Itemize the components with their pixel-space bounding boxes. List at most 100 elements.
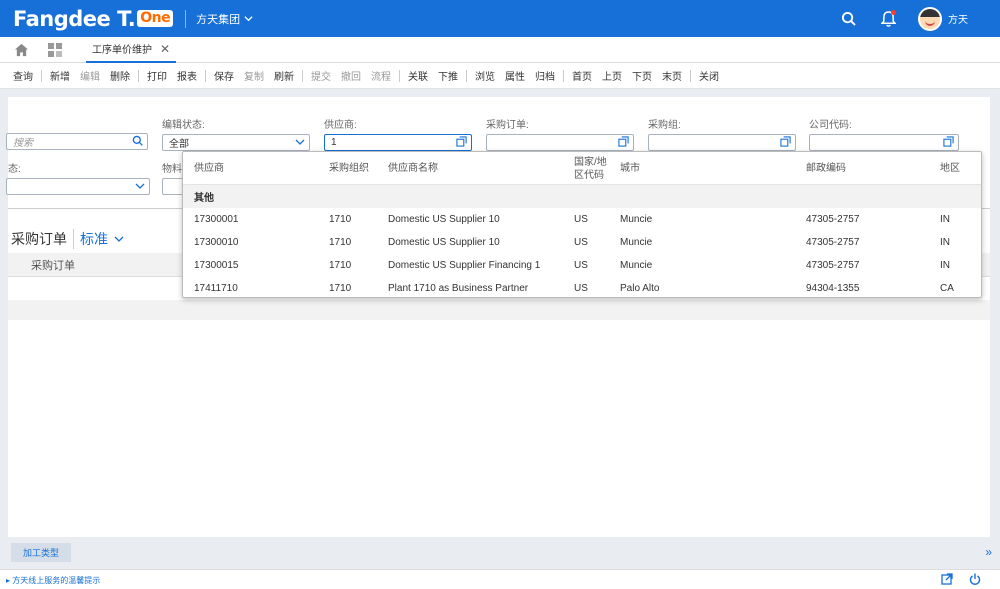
po-input[interactable] [486, 134, 634, 151]
section-title-text: 采购订单 [11, 231, 67, 247]
list-item[interactable]: 17300010 1710 Domestic US Supplier 10 US… [183, 231, 981, 254]
company-code-label: 公司代码: [809, 120, 852, 131]
purch-group-input[interactable] [648, 134, 796, 151]
browse-button[interactable]: 浏览 [470, 68, 500, 83]
cell-region: IN [940, 237, 950, 248]
toolbar-divider [138, 69, 139, 82]
tab-label: 工序单价维护 [92, 45, 152, 56]
list-item[interactable]: 17300001 1710 Domestic US Supplier 10 US… [183, 208, 981, 231]
new-button[interactable]: 新增 [45, 68, 75, 83]
first-page-button[interactable]: 首页 [567, 68, 597, 83]
bell-icon[interactable] [878, 9, 898, 29]
cell-region: IN [940, 260, 950, 271]
double-chevron-right-icon[interactable]: » [985, 545, 992, 559]
processing-type-tab[interactable]: 加工类型 [11, 543, 72, 562]
cell-org: 1710 [329, 283, 352, 294]
cell-city: Muncie [620, 237, 653, 248]
cell-region: CA [940, 283, 954, 294]
edit-status-label: 编辑状态: [162, 120, 205, 131]
toolbar: 查询 新增 编辑 删除 打印 报表 保存 复制 刷新 提交 撤回 流程 关联 下… [0, 63, 1000, 89]
app-logo[interactable]: Fangdee T. One [13, 6, 174, 31]
status-message[interactable]: ▸ 方天线上服务的温馨提示 [6, 575, 100, 586]
user-name[interactable]: 方天 [948, 11, 968, 26]
popup-col-purch-org: 采购组织 [329, 163, 369, 174]
edit-status-value: 全部 [169, 139, 189, 150]
value-help-icon[interactable] [780, 136, 791, 150]
save-button[interactable]: 保存 [209, 68, 239, 83]
chevron-down-icon [244, 16, 253, 22]
cell-postal: 94304-1355 [806, 283, 860, 294]
org-switcher[interactable]: 方天集团 [196, 11, 253, 27]
logo-badge: One [137, 10, 174, 27]
prev-page-button[interactable]: 上页 [597, 68, 627, 83]
apps-grid-icon[interactable] [46, 41, 64, 59]
power-icon[interactable] [969, 573, 981, 588]
po-label: 采购订单: [486, 120, 529, 131]
popup-col-country-2: 区代码 [574, 170, 604, 181]
home-icon[interactable] [12, 41, 30, 59]
external-link-icon[interactable] [941, 573, 953, 588]
org-name: 方天集团 [196, 13, 241, 26]
section-title: 采购订单 标准 [11, 229, 124, 249]
cell-supplier: 17300010 [194, 237, 239, 248]
supplier-input[interactable]: 1 [324, 134, 472, 151]
toolbar-divider [466, 69, 467, 82]
table-footer-strip [8, 300, 990, 320]
logo-text: Fangdee T. [13, 6, 136, 31]
search-icon[interactable] [838, 9, 858, 29]
cell-name: Domestic US Supplier 10 [388, 237, 500, 248]
supplier-label: 供应商: [324, 120, 357, 131]
last-page-button[interactable]: 末页 [657, 68, 687, 83]
edit-status-select[interactable]: 全部 [162, 134, 310, 151]
archive-button[interactable]: 归档 [530, 68, 560, 83]
cell-org: 1710 [329, 237, 352, 248]
print-button[interactable]: 打印 [142, 68, 172, 83]
cell-postal: 47305-2757 [806, 214, 860, 225]
edit-button[interactable]: 编辑 [75, 68, 105, 83]
refresh-button[interactable]: 刷新 [269, 68, 299, 83]
workflow-button[interactable]: 流程 [366, 68, 396, 83]
popup-col-city: 城市 [620, 163, 640, 174]
avatar[interactable] [918, 6, 942, 31]
cell-city: Muncie [620, 214, 653, 225]
supplier-suggestion-popup: 供应商 采购组织 供应商名称 国家/地 区代码 城市 邮政编码 地区 其他 17… [182, 151, 982, 298]
delete-button[interactable]: 删除 [105, 68, 135, 83]
tab-process-price[interactable]: 工序单价维护 ✕ [86, 37, 177, 63]
chevron-down-icon [295, 137, 305, 150]
purch-group-label: 采购组: [648, 120, 681, 131]
cell-supplier: 17411710 [194, 283, 238, 294]
close-button[interactable]: 关闭 [694, 68, 724, 83]
value-help-icon[interactable] [618, 136, 629, 150]
tab-bar: 工序单价维护 ✕ [0, 37, 1000, 63]
value-help-icon[interactable] [456, 136, 467, 150]
search-icon[interactable] [132, 135, 143, 149]
next-page-button[interactable]: 下页 [627, 68, 657, 83]
close-icon[interactable]: ✕ [160, 42, 170, 56]
copy-button[interactable]: 复制 [239, 68, 269, 83]
report-button[interactable]: 报表 [172, 68, 202, 83]
material-label: 物料 [162, 164, 182, 175]
cell-postal: 47305-2757 [806, 237, 860, 248]
column-header-po[interactable]: 采购订单 [31, 257, 75, 273]
search-input[interactable]: 搜索 [6, 133, 148, 150]
status-select[interactable] [6, 178, 150, 195]
notification-dot [891, 9, 896, 15]
variant-selector[interactable]: 标准 [73, 229, 124, 249]
cell-postal: 47305-2757 [806, 260, 860, 271]
header-divider [185, 9, 187, 28]
toolbar-divider [302, 69, 303, 82]
list-item[interactable]: 17411710 1710 Plant 1710 as Business Par… [183, 277, 981, 300]
link-button[interactable]: 关联 [403, 68, 433, 83]
query-button[interactable]: 查询 [8, 68, 38, 83]
popup-col-supplier-name: 供应商名称 [388, 163, 438, 174]
cell-org: 1710 [329, 260, 352, 271]
company-code-input[interactable] [809, 134, 959, 151]
value-help-icon[interactable] [943, 136, 954, 150]
variant-label: 标准 [80, 231, 108, 247]
chevron-down-icon [135, 181, 145, 194]
list-item[interactable]: 17300015 1710 Domestic US Supplier Finan… [183, 254, 981, 277]
push-down-button[interactable]: 下推 [433, 68, 463, 83]
submit-button[interactable]: 提交 [306, 68, 336, 83]
withdraw-button[interactable]: 撤回 [336, 68, 366, 83]
properties-button[interactable]: 属性 [500, 68, 530, 83]
